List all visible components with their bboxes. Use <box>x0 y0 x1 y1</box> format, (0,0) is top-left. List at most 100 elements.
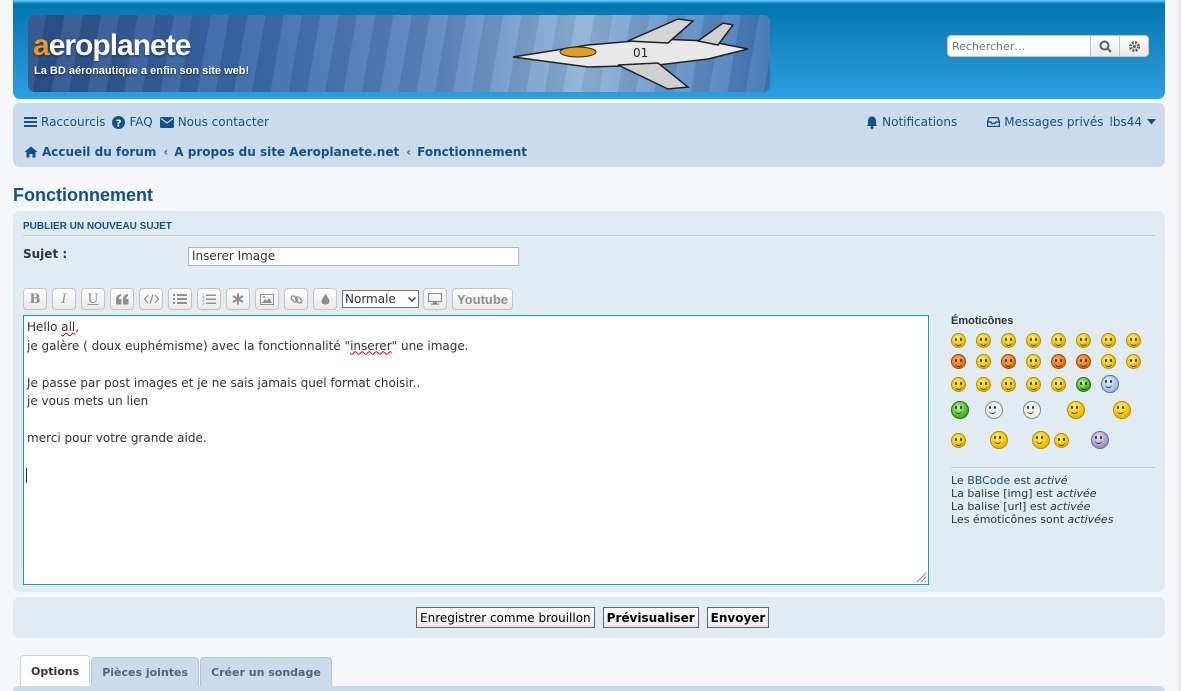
advanced-search-button[interactable] <box>1120 35 1149 57</box>
laughing-smiley-icon[interactable] <box>990 431 1008 449</box>
search-button[interactable] <box>1091 35 1120 57</box>
tab-poll[interactable]: Créer un sondage <box>200 657 332 686</box>
waving-smiley-icon[interactable] <box>985 401 1003 419</box>
color-button[interactable] <box>313 288 337 310</box>
link-icon <box>290 294 302 304</box>
page-title[interactable]: Fonctionnement <box>13 185 153 206</box>
asterisk-icon <box>232 293 244 305</box>
list-icon <box>173 294 187 304</box>
tab-panel-edge <box>13 686 1165 691</box>
spider-smiley-icon[interactable] <box>1091 431 1109 449</box>
smiley-icon[interactable] <box>976 354 991 369</box>
smiley-icon[interactable] <box>1054 432 1069 448</box>
underline-button[interactable]: U <box>81 288 105 310</box>
contact-link[interactable]: Nous contacter <box>159 115 269 129</box>
numbered-list-button[interactable]: 123 <box>197 288 221 310</box>
chevron-left-icon: ‹ <box>406 145 412 159</box>
italic-button[interactable]: I <box>52 288 76 310</box>
tab-attachments[interactable]: Pièces jointes <box>91 657 200 686</box>
image-icon <box>260 293 274 305</box>
list-item-button[interactable] <box>226 288 250 310</box>
monitor-icon <box>428 293 442 305</box>
message-textarea[interactable]: Hello all, je galère ( doux euphémisme) … <box>23 315 929 585</box>
smiley-icon[interactable] <box>951 333 966 348</box>
image-button[interactable] <box>255 288 279 310</box>
question-smiley-icon[interactable] <box>976 376 991 392</box>
smilies-title: Émoticônes <box>951 315 1014 327</box>
bell-icon <box>866 116 878 129</box>
smiley-icon[interactable] <box>1051 376 1066 392</box>
site-tagline: La BD aéronautique a enfin son site web! <box>34 65 250 77</box>
preview-button[interactable]: Prévisualiser <box>602 607 699 628</box>
smiley-icon[interactable] <box>1076 376 1091 392</box>
smiley-icon[interactable] <box>1026 333 1041 348</box>
youtube-button[interactable]: Youtube <box>452 288 514 310</box>
navbar: Raccourcis ? FAQ Nous contacter Notifica… <box>13 103 1165 167</box>
faq-link[interactable]: ? FAQ <box>112 115 153 129</box>
smiley-icon[interactable] <box>1076 333 1091 348</box>
bullet-list-button[interactable] <box>168 288 192 310</box>
svg-text:3: 3 <box>202 301 205 305</box>
smiley-icon[interactable] <box>1026 354 1041 369</box>
ordered-list-icon: 123 <box>202 293 216 305</box>
smiley-icon[interactable] <box>1126 354 1141 369</box>
smiley-icon[interactable] <box>1126 333 1141 348</box>
smiley-icon[interactable] <box>1101 354 1116 369</box>
form-heading: Publier un nouveau sujet <box>23 221 1155 236</box>
smiley-icon[interactable] <box>1051 354 1066 369</box>
private-messages-link[interactable]: Messages privés <box>987 115 1104 129</box>
smiley-icon[interactable] <box>1032 431 1050 449</box>
home-icon <box>24 146 38 158</box>
post-form-panel: Publier un nouveau sujet Sujet : Inserer… <box>13 211 1165 592</box>
smiley-icon[interactable] <box>951 354 966 369</box>
breadcrumb-section[interactable]: A propos du site Aeroplanete.net <box>174 145 399 159</box>
smiley-icon[interactable] <box>951 432 966 448</box>
smiley-icon[interactable] <box>1101 333 1116 348</box>
site-banner[interactable]: 01 aeroplanete La BD aéronautique a enfi… <box>28 15 770 92</box>
code-button[interactable] <box>139 288 163 310</box>
submit-panel: Enregistrer comme brouillon Prévisualise… <box>13 597 1165 638</box>
font-size-select[interactable]: Normale <box>342 290 419 308</box>
dancing-smiley-icon[interactable] <box>1067 401 1085 419</box>
arrow-smiley-icon[interactable] <box>1026 376 1041 392</box>
bold-button[interactable]: B <box>23 288 47 310</box>
quote-button[interactable] <box>110 288 134 310</box>
idea-smiley-icon[interactable] <box>1001 376 1016 392</box>
site-logo[interactable]: aeroplanete <box>33 29 191 63</box>
user-menu[interactable]: lbs44 <box>1110 115 1156 129</box>
notifications-link[interactable]: Notifications <box>866 115 957 129</box>
envelope-icon <box>159 116 174 128</box>
smiley-icon[interactable] <box>1076 354 1091 369</box>
smiley-icon[interactable] <box>1001 354 1016 369</box>
search-input[interactable] <box>947 35 1091 57</box>
question-circle-icon: ? <box>112 115 126 129</box>
smiley-icon[interactable] <box>1051 333 1066 348</box>
bbcode-help-link[interactable]: BBCode <box>967 474 1010 487</box>
breadcrumb-forum[interactable]: Fonctionnement <box>417 145 527 159</box>
link-button[interactable] <box>284 288 308 310</box>
exclaim-smiley-icon[interactable] <box>951 376 966 392</box>
submit-button[interactable]: Envoyer <box>706 607 770 628</box>
chevron-left-icon: ‹ <box>163 145 169 159</box>
subject-input[interactable]: Inserer Image <box>188 247 519 266</box>
text-caret <box>26 468 27 483</box>
resize-handle-icon[interactable] <box>915 571 927 583</box>
smiley-icon[interactable] <box>1001 333 1016 348</box>
inbox-icon <box>987 117 1001 127</box>
droplet-icon <box>321 293 329 305</box>
shortcuts-link[interactable]: Raccourcis <box>24 115 105 129</box>
thumbs-up-smiley-icon[interactable] <box>1101 375 1119 393</box>
tab-options[interactable]: Options <box>20 655 91 686</box>
site-header: 01 aeroplanete La BD aéronautique a enfi… <box>13 0 1165 99</box>
breadcrumb-home[interactable]: Accueil du forum <box>42 145 156 159</box>
caret-down-icon <box>1147 119 1156 125</box>
save-draft-button[interactable]: Enregistrer comme brouillon <box>416 607 595 628</box>
breadcrumb: Accueil du forum ‹ A propos du site Aero… <box>24 145 527 159</box>
preview-toggle-button[interactable] <box>423 288 447 310</box>
fighter-jet-illustration: 01 <box>512 18 749 90</box>
robot-smiley-icon[interactable] <box>1023 401 1041 419</box>
svg-text:01: 01 <box>633 46 648 60</box>
rabbit-smiley-icon[interactable] <box>951 401 969 419</box>
smiley-icon[interactable] <box>976 333 991 348</box>
lightbulb-smiley-icon[interactable] <box>1113 401 1131 419</box>
